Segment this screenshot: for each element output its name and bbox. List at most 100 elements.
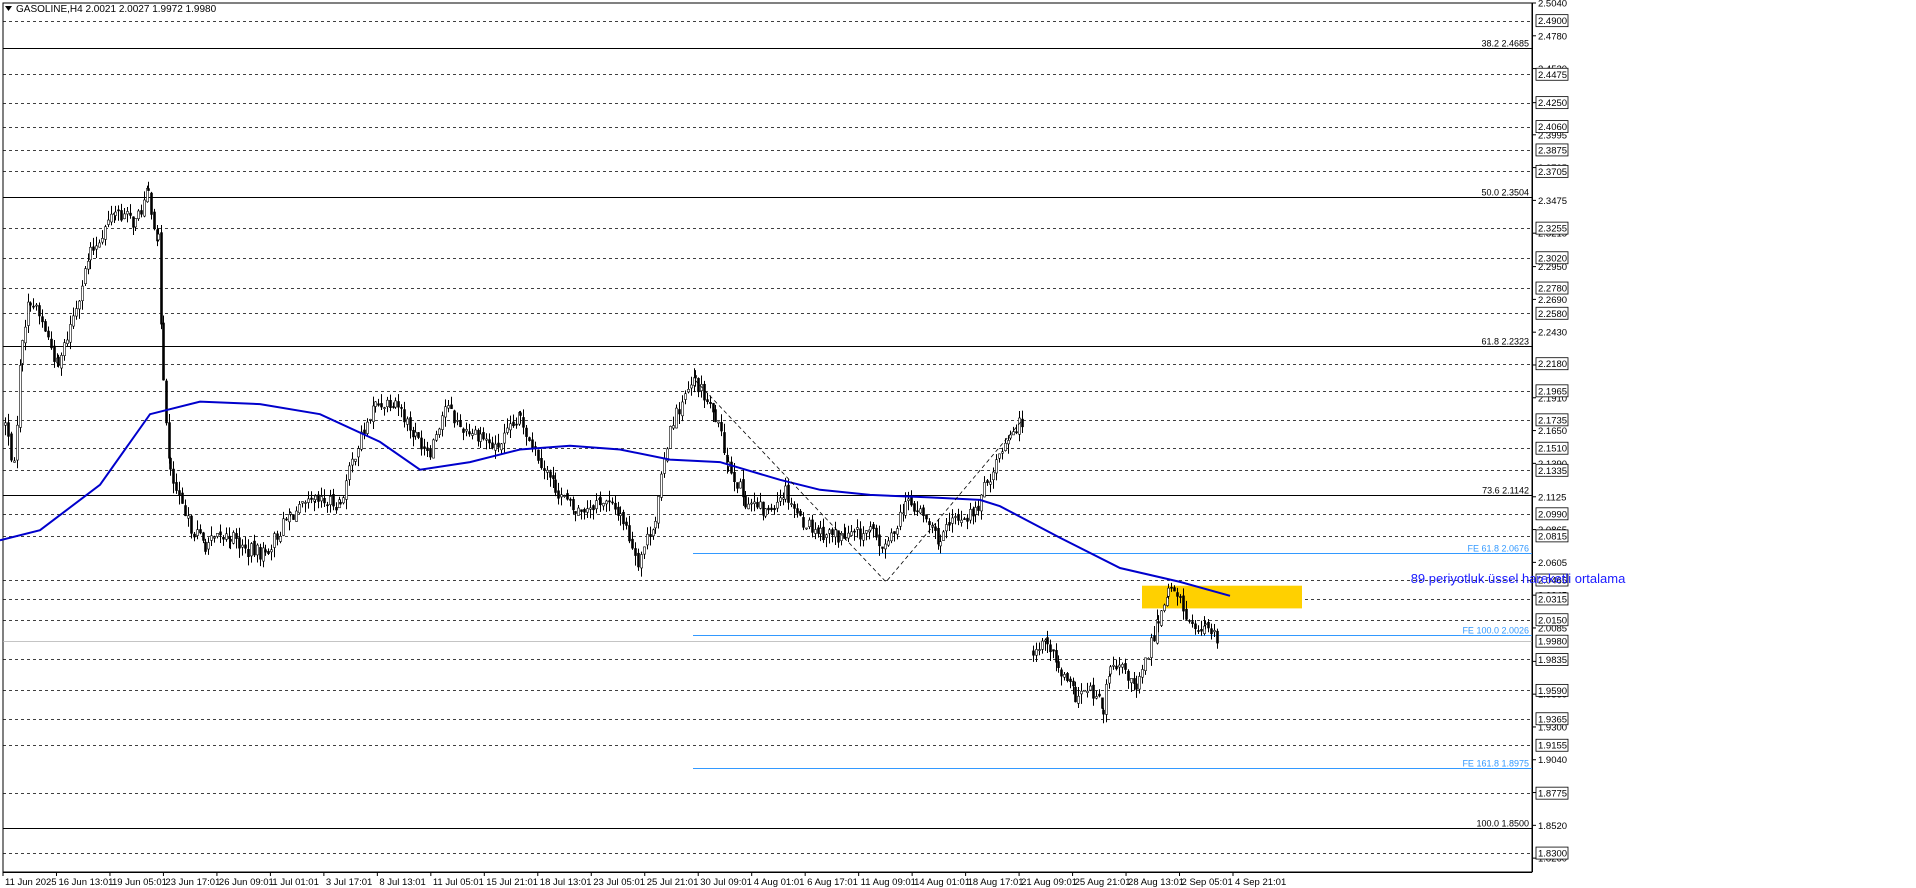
candle-body (162, 322, 165, 381)
candle-body (808, 519, 811, 528)
candle-body (595, 500, 598, 510)
candle-body (1018, 417, 1021, 435)
candle-body (1044, 639, 1047, 642)
candle-body (7, 422, 10, 437)
candle-body (165, 380, 168, 424)
candle-body (904, 501, 907, 516)
candle-body (87, 260, 90, 270)
time-tick-label: 8 Jul 13:01 (379, 877, 425, 888)
candle-body (1150, 637, 1153, 658)
candle-body (672, 425, 675, 429)
candle-body (1115, 665, 1118, 670)
candle-body (1021, 418, 1024, 428)
level-price-label: 2.4250 (1538, 98, 1567, 109)
candle-body (560, 494, 563, 498)
candle-body (744, 495, 747, 508)
candle-body (1063, 674, 1066, 678)
candle-body (394, 400, 397, 408)
candle-body (730, 461, 733, 474)
time-tick-label: 18 Jul 13:01 (540, 877, 592, 888)
candle-body (69, 324, 72, 343)
candle-body (865, 530, 868, 534)
candle-body (723, 432, 726, 454)
candle-body (1083, 689, 1086, 692)
candle-body (1001, 451, 1004, 454)
candle-body (196, 529, 199, 536)
candle-body (995, 459, 998, 474)
candle-body (834, 529, 837, 538)
candle-body (1015, 431, 1018, 434)
candle-body (992, 471, 995, 481)
candle-body (1182, 595, 1185, 612)
candle-body (811, 519, 814, 533)
candle-body (694, 375, 697, 379)
candle-body (1052, 649, 1055, 652)
candle-body (663, 458, 666, 474)
time-tick-label: 15 Jul 21:01 (486, 877, 538, 888)
candle-body (742, 479, 745, 498)
candle-body (574, 511, 577, 514)
candle-body (89, 246, 92, 261)
candle-body (776, 501, 779, 509)
candle-body (563, 495, 566, 497)
candle-body (720, 422, 723, 432)
time-tick-label: 6 Aug 17:01 (807, 877, 858, 888)
candle-body (238, 537, 241, 549)
candle-body (770, 507, 773, 510)
candle-body (569, 498, 572, 501)
time-tick-label: 26 Jun 09:01 (219, 877, 274, 888)
candle-body (540, 458, 543, 469)
candle-body (178, 490, 181, 496)
candle-body (482, 432, 485, 440)
candle-body (1185, 608, 1188, 620)
candle-body (314, 495, 317, 500)
candle-body (44, 321, 47, 332)
candle-body (773, 507, 776, 511)
candle-body (966, 517, 969, 522)
time-tick-label: 4 Sep 21:01 (1235, 877, 1286, 888)
candle-body (796, 508, 799, 514)
candle-body (907, 498, 910, 501)
candle-body (1041, 640, 1044, 650)
candle-body (687, 389, 690, 393)
candle-body (519, 412, 522, 416)
price-tick-label: 1.8520 (1538, 821, 1567, 832)
time-tick-label: 11 Jun 2025 (5, 877, 57, 888)
candle-body (199, 529, 202, 534)
candle-body (1072, 680, 1075, 687)
candle-body (432, 439, 435, 459)
candle-body (986, 480, 989, 483)
candle-body (150, 192, 153, 215)
candle-body (1213, 630, 1216, 633)
candle-body (736, 482, 739, 489)
candle-body (247, 549, 250, 558)
candle-body (500, 443, 503, 451)
candle-body (129, 212, 132, 216)
candle-body (622, 511, 625, 525)
price-tick-label: 2.5040 (1538, 0, 1567, 10)
candle-body (1138, 676, 1141, 690)
candle-body (554, 479, 557, 493)
candle-body (41, 316, 44, 323)
candle-body (181, 492, 184, 504)
candle-body (819, 528, 822, 535)
candle-body (928, 521, 931, 526)
candle-body (619, 513, 622, 516)
candle-body (1057, 661, 1060, 669)
candle-body (1077, 695, 1080, 704)
candle-body (441, 415, 444, 430)
candle-body (793, 504, 796, 509)
candle-body (72, 315, 75, 327)
candle-body (893, 531, 896, 534)
candle-body (1170, 586, 1173, 589)
candle-body (95, 245, 98, 250)
candle-body (326, 504, 329, 507)
candle-body (552, 475, 555, 480)
candle-body (435, 434, 438, 441)
highlight-zone (1142, 585, 1302, 609)
candle-body (57, 356, 60, 366)
candle-body (925, 514, 928, 520)
candle-body (372, 405, 375, 422)
candle-body (847, 532, 850, 539)
level-price-label: 2.0990 (1538, 509, 1567, 520)
